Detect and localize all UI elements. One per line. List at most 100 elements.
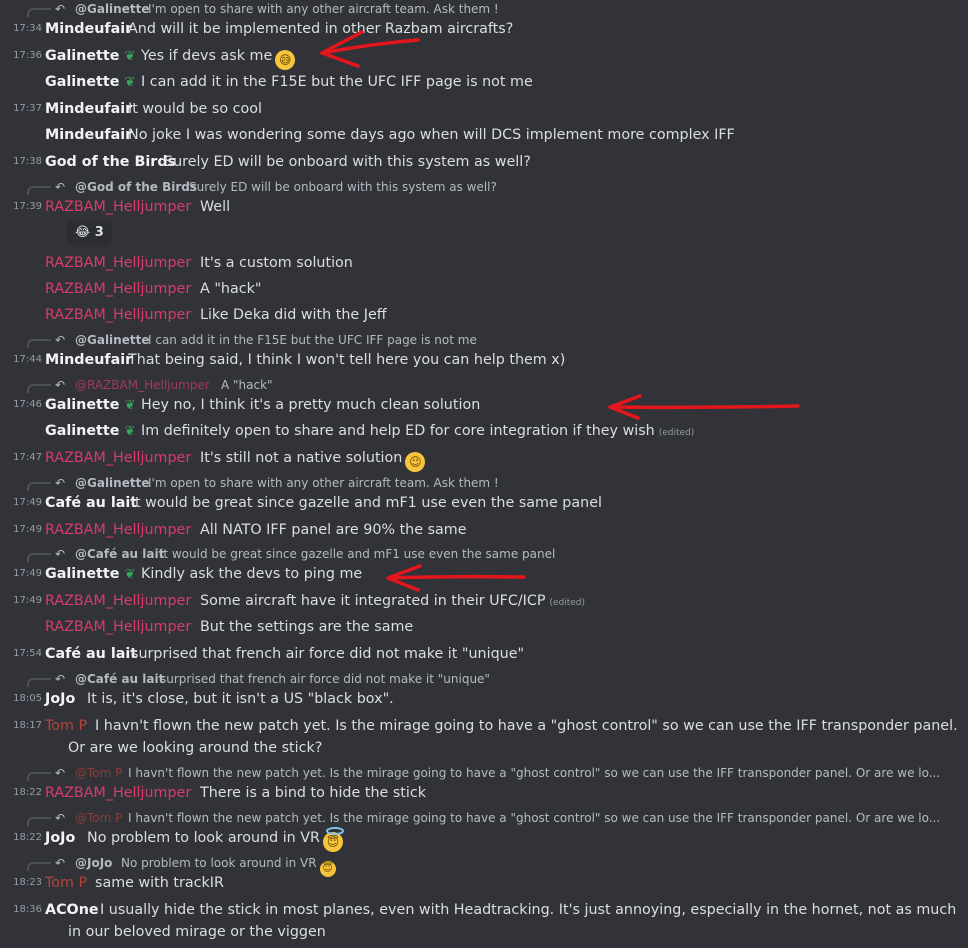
timestamp[interactable]: 17:44 bbox=[0, 349, 42, 371]
timestamp[interactable]: 18:36 bbox=[0, 899, 42, 921]
reply-text: Surely ED will be onboard with this syst… bbox=[189, 180, 497, 194]
username-label[interactable]: Galinette bbox=[45, 566, 119, 582]
username[interactable]: JoJo bbox=[45, 688, 75, 710]
halo-smile-emoji-glyph: 😇 bbox=[326, 835, 340, 849]
username[interactable]: RAZBAM_Helljumper bbox=[45, 447, 191, 469]
reply-mention[interactable]: @Tom P bbox=[75, 764, 122, 782]
halo-ring bbox=[325, 827, 344, 835]
username[interactable]: Tom P bbox=[45, 872, 87, 894]
username[interactable]: JoJo bbox=[45, 827, 75, 849]
username[interactable]: RAZBAM_Helljumper bbox=[45, 196, 191, 218]
timestamp[interactable]: 17:49 bbox=[0, 590, 42, 612]
message: 18:23 Tom P same with trackIR bbox=[0, 872, 968, 894]
username[interactable]: RAZBAM_Helljumper bbox=[45, 616, 191, 638]
username[interactable]: RAZBAM_Helljumper bbox=[45, 304, 191, 326]
username[interactable]: RAZBAM_Helljumper bbox=[45, 252, 191, 274]
timestamp[interactable]: 17:47 bbox=[0, 447, 42, 469]
timestamp[interactable]: 17:36 bbox=[0, 45, 42, 67]
reply-mention[interactable]: @RAZBAM_Helljumper bbox=[75, 376, 210, 394]
reply-preview[interactable]: ↶ @RAZBAM_Helljumper A "hack" bbox=[0, 376, 968, 394]
timestamp[interactable]: 17:54 bbox=[0, 643, 42, 665]
message-text-content: It's still not a native solution bbox=[200, 450, 403, 466]
reply-mention[interactable]: @Galinette bbox=[75, 331, 149, 349]
message: 17:34 Mindeufair And will it be implemen… bbox=[0, 18, 968, 40]
username[interactable]: RAZBAM_Helljumper bbox=[45, 519, 191, 541]
message: 17:49 RAZBAM_Helljumper Some aircraft ha… bbox=[0, 590, 968, 612]
message: 17:46 Galinette ❦ Hey no, I think it's a … bbox=[0, 394, 968, 416]
reply-preview[interactable]: ↶ @God of the Birds Surely ED will be on… bbox=[0, 178, 968, 196]
reply-preview[interactable]: ↶ @Galinette I'm open to share with any … bbox=[0, 474, 968, 492]
timestamp[interactable]: 18:05 bbox=[0, 688, 42, 710]
username[interactable]: ACOne bbox=[45, 899, 99, 921]
message-text: It's a custom solution bbox=[200, 255, 353, 271]
timestamp[interactable]: 17:39 bbox=[0, 196, 42, 218]
halo-smile-emoji-icon[interactable]: 😇 bbox=[322, 827, 344, 852]
message-text: surprised that french air force did not … bbox=[131, 646, 525, 662]
reply-mention[interactable]: @JoJo bbox=[75, 854, 112, 872]
message-text-content: Some aircraft have it integrated in thei… bbox=[200, 593, 546, 609]
message: RAZBAM_Helljumper But the settings are t… bbox=[0, 616, 968, 638]
username[interactable]: Mindeufair bbox=[45, 18, 132, 40]
username-label[interactable]: Galinette bbox=[45, 48, 119, 64]
sweat-smile-emoji-icon[interactable]: 😅 bbox=[275, 50, 296, 70]
reply-connector bbox=[27, 772, 51, 781]
timestamp[interactable]: 17:38 bbox=[0, 151, 42, 173]
message: 18:05 JoJo It is, it's close, but it isn… bbox=[0, 688, 968, 710]
message: 17:39 RAZBAM_Helljumper Well bbox=[0, 196, 968, 218]
username[interactable]: Café au lait bbox=[45, 643, 137, 665]
username[interactable]: Mindeufair bbox=[45, 124, 132, 146]
reply-mention[interactable]: @Tom P bbox=[75, 809, 122, 827]
reply-arrow-icon: ↶ bbox=[55, 766, 66, 780]
edited-label: (edited) bbox=[658, 428, 695, 438]
timestamp[interactable]: 18:23 bbox=[0, 872, 42, 894]
reply-mention[interactable]: @Galinette bbox=[75, 0, 149, 18]
username[interactable]: Café au lait bbox=[45, 492, 137, 514]
message: Mindeufair No joke I was wondering some … bbox=[0, 124, 968, 146]
username-label[interactable]: Galinette bbox=[45, 397, 119, 413]
reply-text-content: No problem to look around in VR bbox=[121, 856, 317, 870]
reply-preview[interactable]: ↶ @Tom P I havn't flown the new patch ye… bbox=[0, 764, 968, 782]
reply-mention[interactable]: @Café au lait bbox=[75, 670, 164, 688]
username[interactable]: Galinette ❦ bbox=[45, 394, 135, 417]
username[interactable]: RAZBAM_Helljumper bbox=[45, 590, 191, 612]
timestamp[interactable]: 17:49 bbox=[0, 563, 42, 585]
timestamp[interactable]: 18:22 bbox=[0, 827, 42, 849]
username[interactable]: Mindeufair bbox=[45, 98, 132, 120]
username[interactable]: Mindeufair bbox=[45, 349, 132, 371]
reply-mention[interactable]: @God of the Birds bbox=[75, 178, 197, 196]
reaction-button[interactable]: 😂 3 bbox=[67, 221, 112, 245]
username[interactable]: RAZBAM_Helljumper bbox=[45, 782, 191, 804]
username[interactable]: Galinette ❦ bbox=[45, 420, 135, 443]
reply-preview[interactable]: ↶ @Café au lait it would be great since … bbox=[0, 545, 968, 563]
message-text: It would be so cool bbox=[128, 101, 262, 117]
username-label[interactable]: Galinette bbox=[45, 74, 119, 90]
message-text-content: Yes if devs ask me bbox=[141, 48, 273, 64]
timestamp[interactable]: 17:37 bbox=[0, 98, 42, 120]
username-label[interactable]: Galinette bbox=[45, 423, 119, 439]
reply-mention[interactable]: @Café au lait bbox=[75, 545, 164, 563]
reply-text: I'm open to share with any other aircraf… bbox=[148, 476, 499, 490]
message: 17:44 Mindeufair That being said, I thin… bbox=[0, 349, 968, 371]
reply-preview[interactable]: ↶ @JoJo No problem to look around in VR 😇 bbox=[0, 854, 968, 877]
username[interactable]: Galinette ❦ bbox=[45, 71, 135, 94]
message-text: I havn't flown the new patch yet. Is the… bbox=[95, 718, 958, 734]
username[interactable]: RAZBAM_Helljumper bbox=[45, 278, 191, 300]
reply-preview[interactable]: ↶ @Galinette I can add it in the F15E bu… bbox=[0, 331, 968, 349]
message-text-content: No problem to look around in VR bbox=[87, 830, 320, 846]
message-text: same with trackIR bbox=[95, 875, 224, 891]
username[interactable]: Galinette ❦ bbox=[45, 45, 135, 68]
reply-preview[interactable]: ↶ @Café au lait surprised that french ai… bbox=[0, 670, 968, 688]
timestamp[interactable]: 17:49 bbox=[0, 492, 42, 514]
username[interactable]: Tom P bbox=[45, 715, 87, 737]
timestamp[interactable]: 17:34 bbox=[0, 18, 42, 40]
reply-preview[interactable]: ↶ @Tom P I havn't flown the new patch ye… bbox=[0, 809, 968, 827]
username[interactable]: Galinette ❦ bbox=[45, 563, 135, 586]
timestamp[interactable]: 18:17 bbox=[0, 715, 42, 737]
reply-preview[interactable]: ↶ @Galinette I'm open to share with any … bbox=[0, 0, 968, 18]
reply-mention[interactable]: @Galinette bbox=[75, 474, 149, 492]
wink-emoji-icon[interactable]: 😉 bbox=[405, 452, 426, 472]
timestamp[interactable]: 18:22 bbox=[0, 782, 42, 804]
timestamp[interactable]: 17:49 bbox=[0, 519, 42, 541]
username[interactable]: God of the Birds bbox=[45, 151, 176, 173]
timestamp[interactable]: 17:46 bbox=[0, 394, 42, 416]
